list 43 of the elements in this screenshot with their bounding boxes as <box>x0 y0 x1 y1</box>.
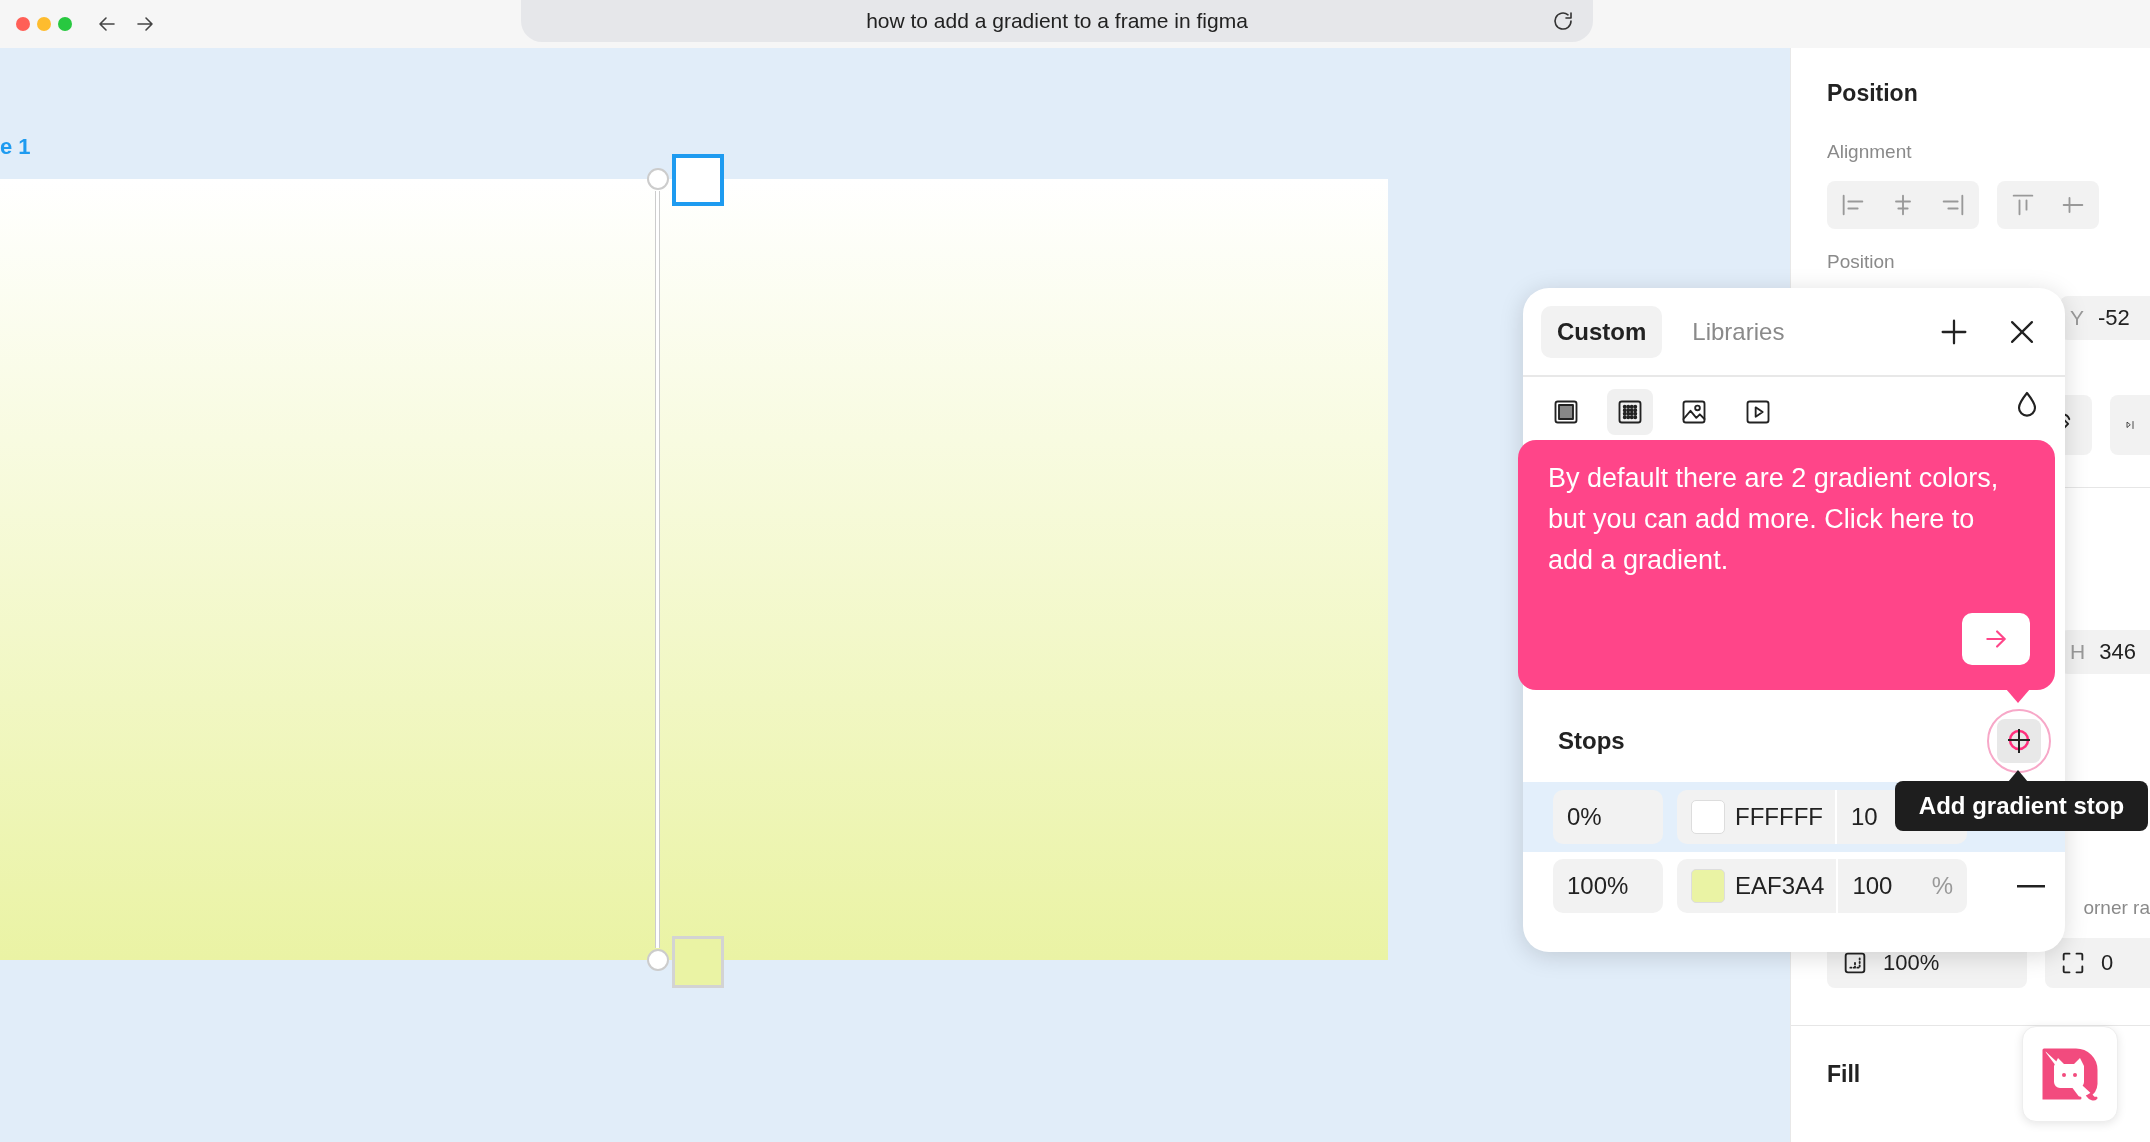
address-bar[interactable]: how to add a gradient to a frame in figma <box>521 0 1593 42</box>
image-icon <box>1680 398 1708 426</box>
minimize-window-dot[interactable] <box>37 17 51 31</box>
stops-title: Stops <box>1558 727 1625 755</box>
color-swatch[interactable] <box>1691 800 1725 834</box>
gradient-start-handle[interactable] <box>647 168 669 190</box>
y-position-field[interactable]: Y -52 <box>2060 296 2150 340</box>
remove-stop-button[interactable] <box>2017 884 2045 888</box>
cat-logo-button[interactable] <box>2022 1026 2118 1122</box>
picker-tab[interactable]: Custom <box>1541 305 1663 358</box>
color-swatch[interactable] <box>1691 869 1725 903</box>
reload-button[interactable] <box>1551 9 1575 33</box>
solid-fill-icon <box>1552 398 1580 426</box>
play-icon <box>1744 398 1772 426</box>
field-label: Position <box>1827 251 1896 273</box>
hex-value: EAF3A4 <box>1735 872 1825 900</box>
next-button[interactable] <box>1962 613 2030 665</box>
tooltip: Add gradient stop <box>1895 781 2148 831</box>
zoom-window-dot[interactable] <box>58 17 72 31</box>
gradient-stop-square[interactable] <box>672 154 724 206</box>
address-text: how to add a gradient to a frame in figma <box>866 9 1248 33</box>
hex-value: FFFFFF <box>1735 803 1823 831</box>
reload-icon <box>1551 9 1575 33</box>
section-title: Fill <box>1827 1060 1861 1088</box>
section-title: Position <box>1827 80 1919 107</box>
crosshair-plus-icon <box>1997 719 2041 763</box>
corner-radius-field[interactable]: 0 <box>2045 938 2150 988</box>
stop-opacity-value: 100 <box>1852 872 1893 900</box>
percent-sign: % <box>1931 872 1953 900</box>
gradient-stop-row[interactable]: 100% EAF3A4 100 % <box>1523 852 2065 920</box>
callout-text: By default there are 2 gradient colors, but you can add more. Click here to add a gradient. <box>1548 462 2000 577</box>
stop-color-field[interactable]: EAF3A4 100 % <box>1677 859 1967 913</box>
dotted-square-icon <box>1616 398 1644 426</box>
gradient-end-handle[interactable] <box>647 949 669 971</box>
flip-field[interactable] <box>2110 395 2150 455</box>
stop-position-field[interactable]: 0% <box>1553 790 1663 844</box>
fill-type-button[interactable] <box>1607 389 1653 435</box>
field-label: Alignment <box>1827 141 1913 163</box>
stop-opacity-value: 10 <box>1850 803 1878 831</box>
field-label: orner ra <box>2083 897 2150 919</box>
stop-position-field[interactable]: 100% <box>1553 859 1663 913</box>
minus-icon <box>2017 884 2045 888</box>
close-window-dot[interactable] <box>16 17 30 31</box>
